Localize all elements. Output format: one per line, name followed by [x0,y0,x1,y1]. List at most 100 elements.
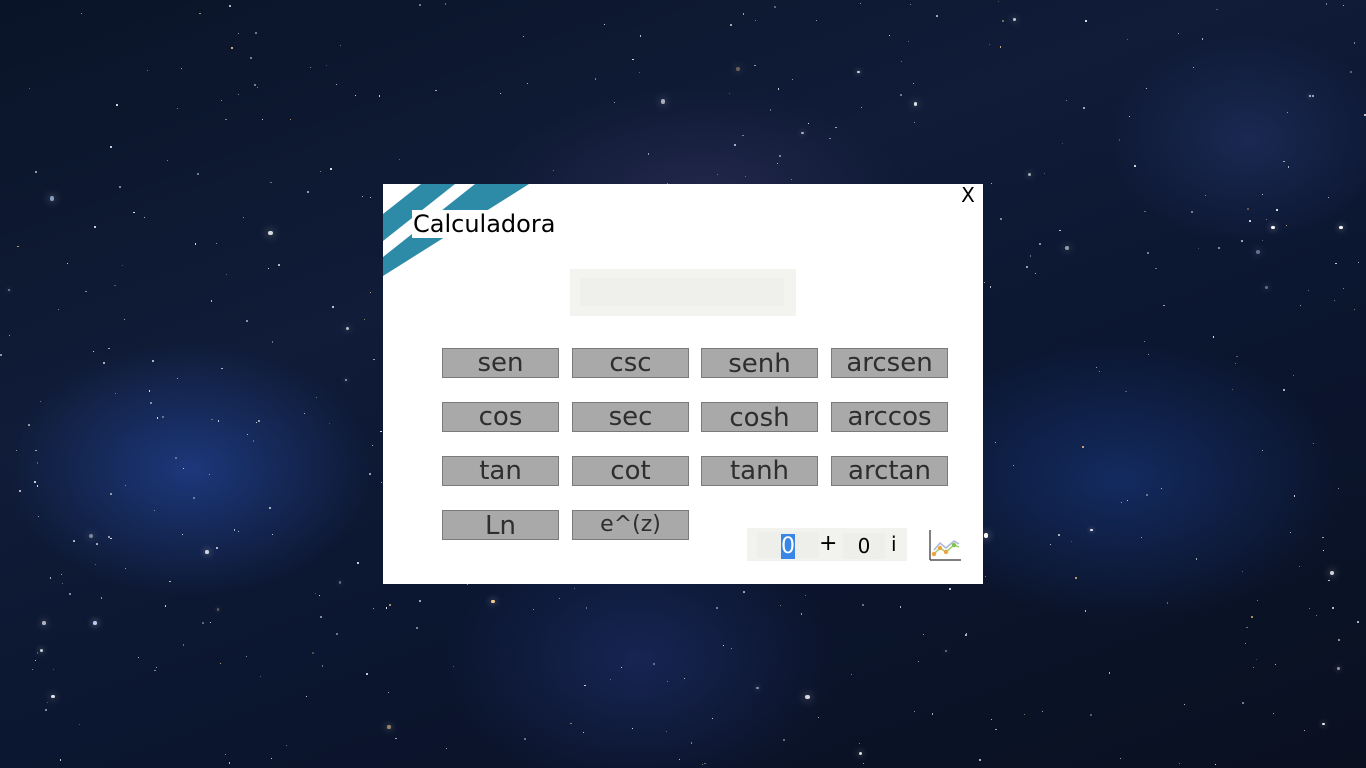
star [1342,4,1345,6]
cos-button[interactable]: cos [442,402,559,432]
arcsen-button[interactable]: arcsen [831,348,948,378]
star [197,173,199,175]
sec-button[interactable]: sec [572,402,689,432]
star [899,606,902,609]
star [242,216,244,218]
star [1322,549,1324,551]
star [991,183,992,184]
star [373,358,375,361]
star [211,300,213,302]
cot-button[interactable]: cot [572,456,689,486]
star [116,103,119,106]
sen-button[interactable]: sen [442,348,559,378]
star [829,137,831,140]
star [224,753,226,755]
star [39,401,41,403]
window-title: Calculadora [412,210,557,238]
star [730,24,732,26]
star [989,285,992,288]
plus-sign: + [819,531,838,556]
star [40,648,44,652]
star [29,87,31,89]
star [754,19,757,22]
cosh-button[interactable]: cosh [701,402,818,432]
ln-button[interactable]: Ln [442,510,559,540]
star [1160,488,1162,490]
star [1242,702,1244,704]
star [899,93,902,96]
star [156,667,157,668]
star [354,94,356,96]
tanh-button[interactable]: tanh [701,456,818,486]
star [416,627,418,629]
star [1120,757,1121,759]
star [558,597,560,599]
star [1205,194,1206,196]
star [381,482,383,483]
star [526,82,529,85]
star [262,119,264,121]
exp-button[interactable]: e^(z) [572,510,689,540]
star [744,176,746,177]
star [445,748,447,749]
star [202,621,205,624]
star [999,46,1002,49]
star [46,701,49,704]
star [1034,272,1036,274]
star [769,109,772,112]
star [1256,599,1258,601]
display-field[interactable] [580,278,784,306]
star [779,155,782,158]
star [908,40,910,42]
senh-button[interactable]: senh [701,348,818,378]
star [168,580,171,583]
star [1329,571,1334,576]
star [314,592,316,595]
star [147,70,149,72]
star [7,288,11,291]
star [777,88,780,90]
close-button[interactable]: X [957,184,979,206]
star [1299,566,1301,568]
star [144,217,145,218]
star [256,87,258,88]
star [1321,722,1325,726]
star [1261,240,1263,242]
star [1349,71,1352,74]
star [1082,445,1085,448]
star [1183,704,1185,705]
star [1065,99,1067,101]
star [332,305,335,308]
star [123,318,125,320]
star [632,59,634,61]
arctan-button[interactable]: arctan [831,456,948,486]
star [1201,38,1204,40]
star [371,444,373,446]
star [499,93,502,95]
star [0,354,2,356]
star [380,430,383,433]
star [1246,208,1249,210]
star [1119,139,1121,141]
arccos-button[interactable]: arccos [831,402,948,432]
tan-button[interactable]: tan [442,456,559,486]
star [1134,165,1136,168]
star [318,594,320,596]
star [225,274,227,276]
graph-button[interactable] [928,528,962,562]
star [199,12,202,15]
csc-button[interactable]: csc [572,348,689,378]
star [1236,355,1238,357]
star [368,473,371,475]
imaginary-part-field[interactable] [843,533,885,559]
star [444,3,446,5]
star [583,732,584,734]
star [328,422,331,425]
star [742,13,745,16]
star [220,663,222,665]
star [85,290,87,293]
star [271,341,274,343]
complex-number-input: 0 + i [747,528,907,561]
star [73,539,75,542]
star [231,47,233,49]
